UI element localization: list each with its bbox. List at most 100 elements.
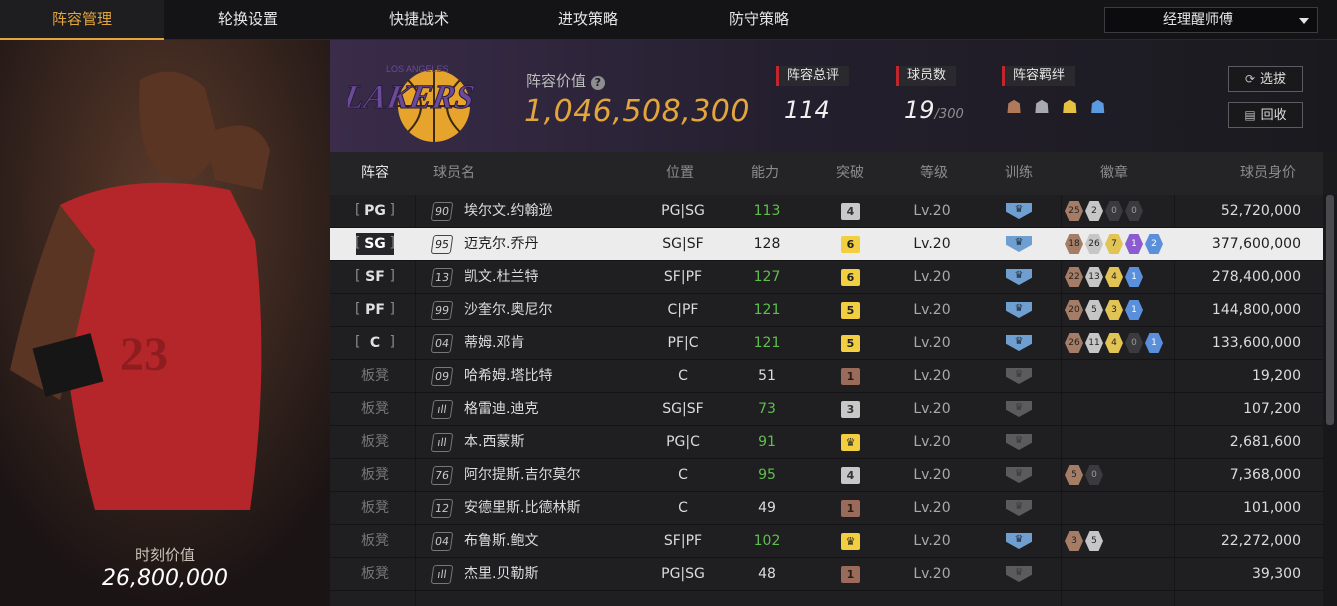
- badge-hex-icon[interactable]: 22: [1065, 267, 1083, 287]
- badge-hex-icon[interactable]: 5: [1085, 300, 1103, 320]
- badge-hex-icon[interactable]: 5: [1065, 465, 1083, 485]
- bench-label[interactable]: 板凳: [356, 492, 394, 525]
- badge-hex-icon[interactable]: 3: [1105, 300, 1123, 320]
- bench-label[interactable]: 板凳: [356, 558, 394, 591]
- training-icon[interactable]: ♛: [1006, 566, 1032, 582]
- player-name[interactable]: 凯文.杜兰特: [464, 261, 538, 294]
- badge-hex-icon[interactable]: 26: [1085, 234, 1103, 254]
- select-button[interactable]: ⟳ 选拔: [1228, 66, 1303, 92]
- breakthrough-badge[interactable]: 1: [841, 368, 860, 385]
- training-icon[interactable]: ♛: [1006, 533, 1032, 549]
- player-name[interactable]: 安德里斯.比德林斯: [464, 492, 580, 525]
- help-icon[interactable]: ?: [590, 76, 605, 90]
- badge-hex-icon[interactable]: 25: [1065, 201, 1083, 221]
- player-name[interactable]: 迈克尔.乔丹: [464, 228, 538, 261]
- table-row[interactable]: 板凳 ıll 杰里.贝勒斯 PG|SG 48 1 Lv.20 ♛ 39,300: [330, 558, 1323, 591]
- badge-hex-icon[interactable]: 0: [1125, 333, 1143, 353]
- breakthrough-badge[interactable]: 1: [841, 566, 860, 583]
- table-row[interactable]: C 04 蒂姆.邓肯 PF|C 121 5 Lv.20 ♛ 2611401 133,600,000: [330, 327, 1323, 360]
- header-ability[interactable]: 能力: [751, 152, 779, 195]
- badge-hex-icon[interactable]: 7: [1105, 234, 1123, 254]
- table-row[interactable]: 板凳 ıll 本.西蒙斯 PG|C 91 ♛ Lv.20 ♛ 2,681,600: [330, 426, 1323, 459]
- manager-select[interactable]: 经理醒师傅: [1104, 7, 1318, 33]
- badge-hex-icon[interactable]: 13: [1085, 267, 1103, 287]
- table-scrollbar[interactable]: [1323, 195, 1337, 606]
- badge-hex-icon[interactable]: 2: [1085, 201, 1103, 221]
- breakthrough-badge[interactable]: 4: [841, 467, 860, 484]
- bond-blue-icon[interactable]: ☗: [1090, 97, 1109, 118]
- header-breakthrough[interactable]: 突破: [836, 152, 864, 195]
- breakthrough-badge[interactable]: 3: [841, 401, 860, 418]
- badge-hex-icon[interactable]: 3: [1065, 531, 1083, 551]
- table-row[interactable]: 板凳 04 布鲁斯.鲍文 SF|PF 102 ♛ Lv.20 ♛ 3 5 22,272,000: [330, 525, 1323, 558]
- badge-hex-icon[interactable]: 26: [1065, 333, 1083, 353]
- table-row[interactable]: SF13凯文.杜兰特SF|PF1276Lv.20♛221341278,400,0…: [330, 261, 1323, 294]
- badge-hex-icon[interactable]: 0: [1085, 465, 1103, 485]
- table-row[interactable]: PG90埃尔文.约翰逊PG|SG1134Lv.20♛2520052,720,00…: [330, 195, 1323, 228]
- header-name[interactable]: 球员名: [433, 152, 475, 195]
- table-row[interactable]: 板凳 ıll 格雷迪.迪克 SG|SF 73 3 Lv.20 ♛ 107,200: [330, 393, 1323, 426]
- player-name[interactable]: 埃尔文.约翰逊: [464, 195, 552, 228]
- bond-bronze-icon[interactable]: ☗: [1006, 97, 1025, 118]
- bench-label[interactable]: 板凳: [356, 360, 394, 393]
- badge-hex-icon[interactable]: 18: [1065, 234, 1083, 254]
- tab-quick-tactics[interactable]: 快捷战术: [337, 0, 501, 40]
- breakthrough-badge[interactable]: ♛: [841, 533, 860, 550]
- player-name[interactable]: 阿尔提斯.吉尔莫尔: [464, 459, 580, 492]
- training-icon[interactable]: ♛: [1006, 467, 1032, 483]
- player-name[interactable]: 布鲁斯.鲍文: [464, 525, 538, 558]
- badge-hex-icon[interactable]: 0: [1105, 201, 1123, 221]
- badge-hex-icon[interactable]: 20: [1065, 300, 1083, 320]
- recycle-button[interactable]: ▤ 回收: [1228, 102, 1303, 128]
- breakthrough-badge[interactable]: 1: [841, 500, 860, 517]
- header-level[interactable]: 等级: [920, 152, 948, 195]
- badge-hex-icon[interactable]: 1: [1125, 234, 1143, 254]
- table-row[interactable]: 板凳 09 哈希姆.塔比特 C 51 1 Lv.20 ♛ 19,200: [330, 360, 1323, 393]
- bench-label[interactable]: 板凳: [356, 426, 394, 459]
- training-icon[interactable]: ♛: [1006, 401, 1032, 417]
- bench-label[interactable]: 板凳: [356, 393, 394, 426]
- lineup-slot-badge[interactable]: PG: [355, 199, 395, 222]
- tab-lineup-management[interactable]: 阵容管理: [0, 0, 164, 40]
- badge-hex-icon[interactable]: 4: [1105, 267, 1123, 287]
- training-icon[interactable]: ♛: [1006, 434, 1032, 450]
- bond-silver-icon[interactable]: ☗: [1034, 97, 1053, 118]
- training-icon[interactable]: ♛: [1006, 302, 1032, 318]
- breakthrough-badge[interactable]: 6: [841, 236, 860, 253]
- tab-rotation-settings[interactable]: 轮换设置: [166, 0, 330, 40]
- badge-hex-icon[interactable]: 11: [1085, 333, 1103, 353]
- training-icon[interactable]: ♛: [1006, 203, 1032, 219]
- header-position[interactable]: 位置: [666, 152, 694, 195]
- player-name[interactable]: 哈希姆.塔比特: [464, 360, 552, 393]
- lineup-slot-badge[interactable]: C: [355, 331, 395, 354]
- header-training[interactable]: 训练: [1005, 152, 1033, 195]
- badge-hex-icon[interactable]: 1: [1125, 300, 1143, 320]
- breakthrough-badge[interactable]: 6: [841, 269, 860, 286]
- player-name[interactable]: 杰里.贝勒斯: [464, 558, 538, 591]
- header-lineup[interactable]: 阵容: [361, 152, 389, 195]
- header-salary[interactable]: 球员身价: [1240, 152, 1296, 195]
- player-name[interactable]: 蒂姆.邓肯: [464, 327, 524, 360]
- table-row[interactable]: PF99沙奎尔.奥尼尔C|PF1215Lv.20♛20531144,800,00…: [330, 294, 1323, 327]
- bond-gold-icon[interactable]: ☗: [1062, 97, 1081, 118]
- badge-hex-icon[interactable]: 0: [1125, 201, 1143, 221]
- training-icon[interactable]: ♛: [1006, 236, 1032, 252]
- training-icon[interactable]: ♛: [1006, 500, 1032, 516]
- table-row[interactable]: 板凳 76 阿尔提斯.吉尔莫尔 C 95 4 Lv.20 ♛ 5 0 7,368,000: [330, 459, 1323, 492]
- table-row[interactable]: SG 95 迈克尔.乔丹 SG|SF 128 6 Lv.20 ♛ 1826712 377,600,…: [330, 228, 1323, 261]
- badge-hex-icon[interactable]: 2: [1145, 234, 1163, 254]
- bench-label[interactable]: 板凳: [356, 459, 394, 492]
- training-icon[interactable]: ♛: [1006, 335, 1032, 351]
- table-row[interactable]: 板凳 12 安德里斯.比德林斯 C 49 1 Lv.20 ♛ 101,000: [330, 492, 1323, 525]
- lineup-slot-badge[interactable]: SF: [355, 265, 395, 288]
- breakthrough-badge[interactable]: ♛: [841, 434, 860, 451]
- lineup-slot-badge[interactable]: SG: [355, 232, 395, 255]
- training-icon[interactable]: ♛: [1006, 269, 1032, 285]
- lineup-slot-badge[interactable]: PF: [355, 298, 395, 321]
- breakthrough-badge[interactable]: 5: [841, 302, 860, 319]
- training-icon[interactable]: ♛: [1006, 368, 1032, 384]
- player-name[interactable]: 沙奎尔.奥尼尔: [464, 294, 552, 327]
- badge-hex-icon[interactable]: 5: [1085, 531, 1103, 551]
- breakthrough-badge[interactable]: 5: [841, 335, 860, 352]
- scrollbar-thumb[interactable]: [1326, 195, 1334, 425]
